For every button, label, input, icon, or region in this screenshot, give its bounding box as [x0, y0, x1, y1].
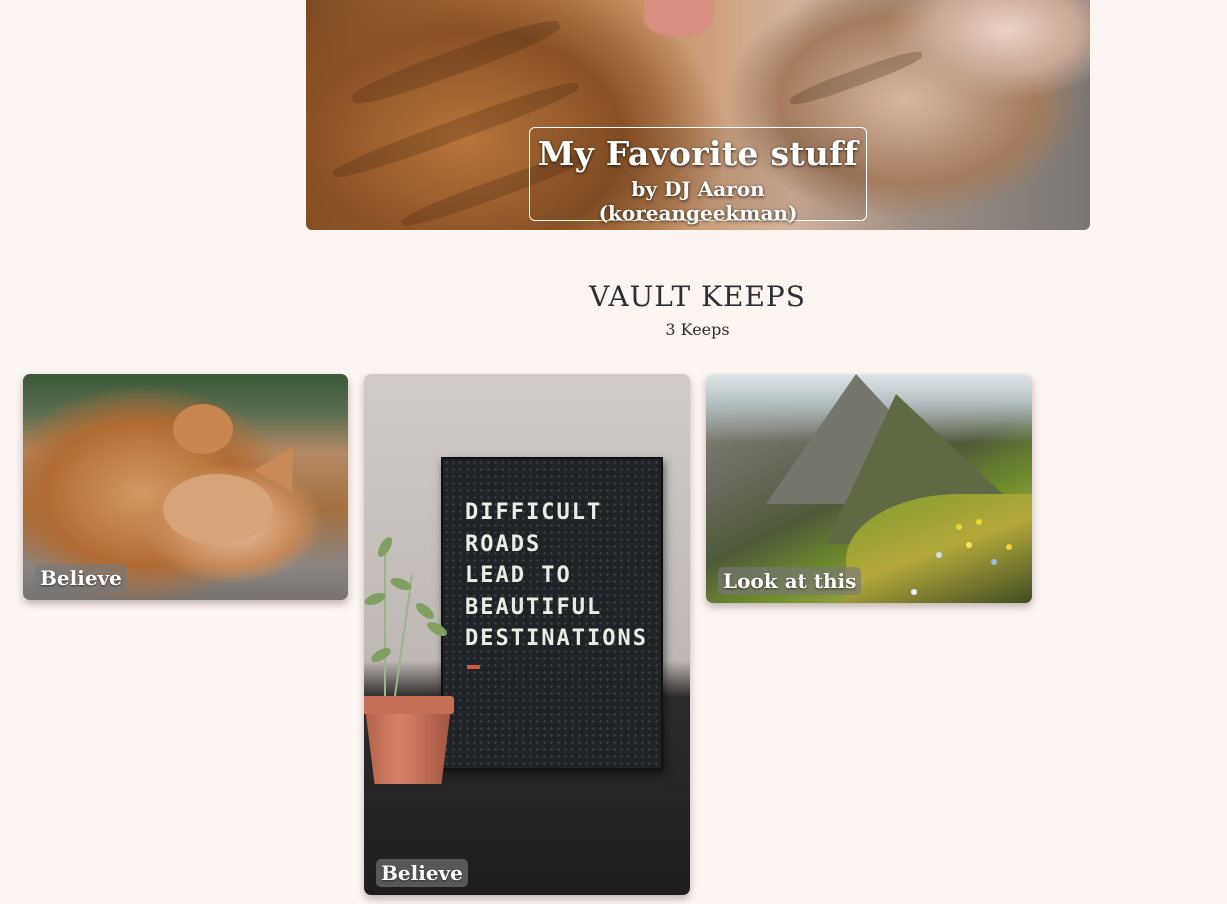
vault-keeps-heading: VAULT KEEPS — [589, 280, 806, 313]
vault-title-card: My Favorite stuff by DJ Aaron (koreangee… — [529, 127, 867, 225]
keep-name-label: Believe — [35, 564, 127, 592]
board-line: BEAUTIFUL — [465, 594, 603, 620]
flower-dot — [1006, 544, 1012, 550]
keep-card[interactable]: Look at this — [706, 374, 1032, 603]
board-line: DIFFICULT — [465, 500, 603, 525]
cat-paw-shape — [173, 404, 233, 454]
flower-dot — [976, 519, 982, 525]
cat-ear-shape — [253, 435, 313, 493]
keep-name-label: Believe — [376, 859, 468, 887]
board-line: DESTINATIONS — [465, 626, 648, 651]
flower-pot-rim — [364, 696, 454, 714]
plant-stem — [384, 544, 386, 704]
vault-keeps-count: 3 Keeps — [665, 320, 730, 339]
cat-nose-shape — [644, 0, 714, 36]
board-line: LEAD TO — [465, 563, 572, 588]
vault-cover-image: My Favorite stuff by DJ Aaron (koreangee… — [306, 0, 1090, 230]
board-dash — [467, 665, 480, 669]
keep-name-label: Look at this — [718, 567, 862, 595]
letter-board: DIFFICULT ROADS LEAD TO BEAUTIFUL DESTIN… — [441, 457, 663, 770]
flower-dot — [956, 524, 962, 530]
keep-card[interactable]: Believe — [23, 374, 348, 600]
vault-title: My Favorite stuff — [537, 134, 859, 173]
plant-stem — [392, 574, 414, 704]
cat-head-shape — [163, 474, 273, 544]
keep-card[interactable]: DIFFICULT ROADS LEAD TO BEAUTIFUL DESTIN… — [364, 374, 690, 895]
board-line: ROADS — [465, 531, 542, 557]
flower-dot — [966, 542, 972, 548]
vault-byline: by DJ Aaron (koreangeekman) — [598, 177, 798, 225]
flower-dot — [991, 559, 997, 565]
plant-leaf — [413, 600, 437, 622]
flower-dot — [936, 552, 942, 558]
plant-leaf — [368, 645, 394, 665]
flower-dot — [911, 589, 917, 595]
letter-board-text: DIFFICULT ROADS LEAD TO BEAUTIFUL DESTIN… — [465, 497, 655, 655]
